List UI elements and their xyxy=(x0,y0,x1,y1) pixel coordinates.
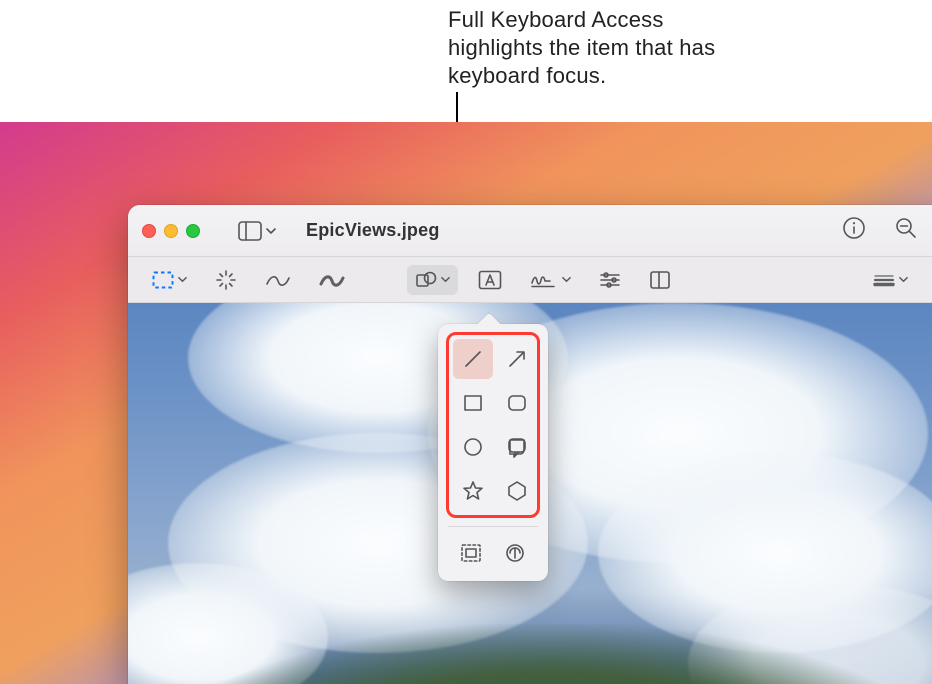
selection-tool-button[interactable] xyxy=(144,266,195,294)
shape-style-button[interactable] xyxy=(865,268,916,292)
shape-polygon-button[interactable] xyxy=(497,471,537,511)
window-controls xyxy=(142,224,200,238)
hexagon-icon xyxy=(505,479,529,503)
crop-tool-button[interactable] xyxy=(641,265,679,295)
shape-line-button[interactable] xyxy=(453,339,493,379)
star-icon xyxy=(461,479,485,503)
markup-toolbar xyxy=(128,257,932,303)
chevron-down-icon xyxy=(899,275,908,284)
adjust-color-button[interactable] xyxy=(591,266,629,294)
shape-oval-button[interactable] xyxy=(453,427,493,467)
sign-tool-button[interactable] xyxy=(522,266,579,294)
draw-tool-button[interactable] xyxy=(311,267,353,293)
shape-rectangle-button[interactable] xyxy=(453,383,493,423)
line-weight-icon xyxy=(873,273,895,287)
speech-bubble-icon xyxy=(505,435,529,459)
sidebar-icon xyxy=(238,221,262,241)
shapes-tool-button[interactable] xyxy=(407,265,458,295)
chevron-down-icon xyxy=(441,275,450,284)
shape-speech-bubble-button[interactable] xyxy=(497,427,537,467)
info-icon[interactable] xyxy=(842,216,866,245)
chevron-down-icon xyxy=(562,275,571,284)
window-title: EpicViews.jpeg xyxy=(306,220,440,241)
sliders-icon xyxy=(599,271,621,289)
zoom-button[interactable] xyxy=(186,224,200,238)
draw-icon xyxy=(319,272,345,288)
signature-icon xyxy=(530,271,558,289)
callout-caption: Full Keyboard Access highlights the item… xyxy=(448,6,748,90)
instant-alpha-button[interactable] xyxy=(207,264,245,296)
titlebar: EpicViews.jpeg xyxy=(128,205,932,257)
rectangular-selection-icon xyxy=(152,271,174,289)
image-content xyxy=(128,624,932,684)
minimize-button[interactable] xyxy=(164,224,178,238)
shape-arrow-button[interactable] xyxy=(497,339,537,379)
close-button[interactable] xyxy=(142,224,156,238)
sketch-tool-button[interactable] xyxy=(257,267,299,293)
shape-star-button[interactable] xyxy=(453,471,493,511)
highlight-mask-icon xyxy=(459,542,483,564)
oval-icon xyxy=(461,435,485,459)
shape-rounded-rectangle-button[interactable] xyxy=(497,383,537,423)
shapes-icon xyxy=(415,270,437,290)
popover-divider xyxy=(448,526,538,527)
loupe-button[interactable] xyxy=(495,535,535,571)
sparkle-icon xyxy=(215,269,237,291)
chevron-down-icon xyxy=(266,226,276,236)
shapes-popover xyxy=(438,324,548,581)
loupe-icon xyxy=(503,542,527,564)
rectangle-icon xyxy=(461,391,485,415)
sketch-icon xyxy=(265,272,291,288)
sidebar-toggle-button[interactable] xyxy=(232,217,282,245)
shapes-grid-focus-ring xyxy=(446,332,540,518)
line-icon xyxy=(461,347,485,371)
chevron-down-icon xyxy=(178,275,187,284)
arrow-icon xyxy=(505,347,529,371)
text-box-icon xyxy=(478,270,502,290)
zoom-out-icon[interactable] xyxy=(894,216,918,245)
crop-icon xyxy=(649,270,671,290)
rounded-rectangle-icon xyxy=(505,391,529,415)
highlight-mask-button[interactable] xyxy=(451,535,491,571)
text-tool-button[interactable] xyxy=(470,265,510,295)
